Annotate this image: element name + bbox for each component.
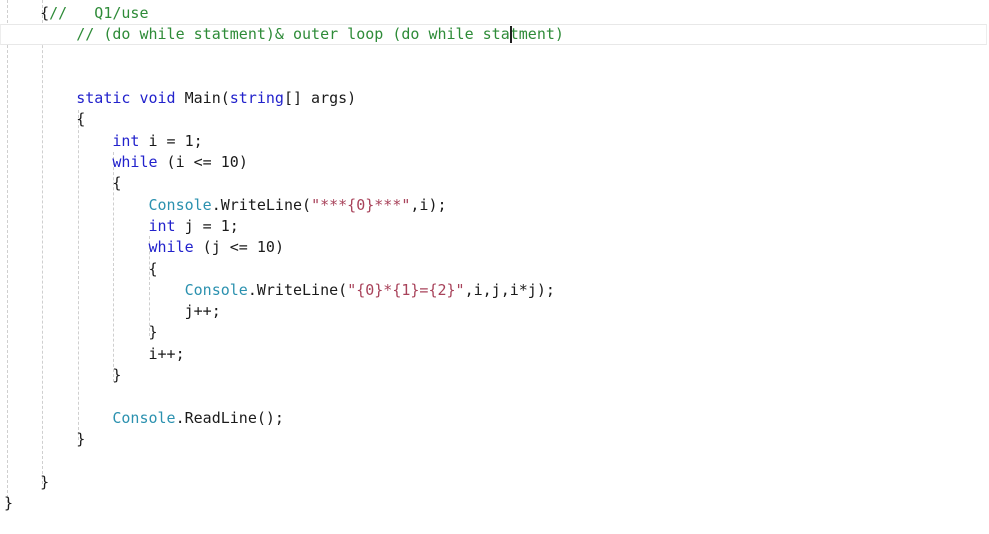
- token-type: Console: [148, 195, 212, 214]
- token-plain: ,i);: [410, 195, 447, 214]
- code-line[interactable]: static void Main(string[] args): [4, 88, 989, 109]
- code-line[interactable]: Console.WriteLine("{0}*{1}={2}",i,j,i*j)…: [4, 280, 989, 301]
- code-line[interactable]: int i = 1;: [4, 131, 989, 152]
- token-plain: }: [148, 323, 158, 342]
- token-plain: [] args): [283, 89, 357, 108]
- token-keyword: while: [148, 238, 194, 257]
- code-line[interactable]: {: [4, 259, 989, 280]
- token-string: "{0}*{1}={2}": [347, 280, 465, 299]
- token-plain: {: [112, 174, 122, 193]
- token-number: 10: [256, 238, 275, 257]
- code-line[interactable]: int j = 1;: [4, 216, 989, 237]
- token-plain: j++;: [184, 302, 221, 321]
- code-line[interactable]: while (j <= 10): [4, 237, 989, 258]
- token-plain: .WriteLine(: [211, 195, 312, 214]
- code-line[interactable]: {: [4, 173, 989, 194]
- code-line[interactable]: [4, 450, 989, 471]
- token-plain: {: [148, 259, 158, 278]
- token-keyword: static: [76, 89, 131, 108]
- code-line[interactable]: [4, 386, 989, 407]
- token-keyword: int: [112, 131, 140, 150]
- code-line[interactable]: [4, 46, 989, 67]
- token-plain: ): [274, 238, 284, 257]
- token-type: Console: [184, 280, 248, 299]
- code-line[interactable]: }: [4, 365, 989, 386]
- code-line[interactable]: j++;: [4, 301, 989, 322]
- token-plain: {: [40, 4, 50, 22]
- code-line[interactable]: i++;: [4, 344, 989, 365]
- code-line[interactable]: }: [4, 472, 989, 493]
- token-plain: }: [4, 493, 14, 512]
- token-plain: .ReadLine();: [175, 408, 284, 427]
- code-line[interactable]: // (do while statment)& outer loop (do w…: [4, 24, 989, 45]
- code-line[interactable]: {: [4, 109, 989, 130]
- token-keyword: int: [148, 216, 176, 235]
- token-comment: // (do while statment)& outer loop (do w…: [76, 25, 564, 44]
- token-plain: i++;: [148, 344, 185, 363]
- token-number: 1: [184, 131, 194, 150]
- token-plain: j =: [175, 216, 221, 235]
- code-line[interactable]: Console.ReadLine();: [4, 408, 989, 429]
- code-line[interactable]: }: [4, 322, 989, 343]
- code-content[interactable]: {// Q1/use // (do while statment)& outer…: [0, 0, 989, 514]
- token-plain: ;: [193, 131, 203, 150]
- token-plain: {: [76, 110, 86, 129]
- token-type: Console: [112, 408, 176, 427]
- code-line[interactable]: }: [4, 493, 989, 514]
- token-plain: (j <=: [193, 238, 257, 257]
- token-plain: }: [40, 472, 50, 491]
- token-plain: Main(: [175, 89, 230, 108]
- token-plain: .WriteLine(: [247, 280, 348, 299]
- token-plain: i =: [139, 131, 185, 150]
- token-plain: ;: [229, 216, 239, 235]
- token-keyword: while: [112, 153, 158, 172]
- code-line[interactable]: Console.WriteLine("***{0}***",i);: [4, 195, 989, 216]
- token-plain: }: [112, 366, 122, 385]
- token-plain: ,i,j,i*j);: [464, 280, 555, 299]
- token-number: 1: [220, 216, 230, 235]
- token-comment: // Q1/use: [49, 4, 149, 22]
- code-line[interactable]: [4, 67, 989, 88]
- text-cursor: [510, 26, 512, 44]
- token-plain: ): [238, 153, 248, 172]
- code-line[interactable]: {// Q1/use: [4, 3, 989, 24]
- token-string: "***{0}***": [311, 195, 411, 214]
- code-editor[interactable]: {// Q1/use // (do while statment)& outer…: [0, 0, 989, 534]
- token-number: 10: [220, 153, 239, 172]
- code-line[interactable]: }: [4, 429, 989, 450]
- code-line[interactable]: while (i <= 10): [4, 152, 989, 173]
- token-plain: }: [76, 429, 86, 448]
- token-plain: (i <=: [157, 153, 221, 172]
- token-keyword: void: [139, 89, 176, 108]
- token-keyword: string: [229, 89, 284, 108]
